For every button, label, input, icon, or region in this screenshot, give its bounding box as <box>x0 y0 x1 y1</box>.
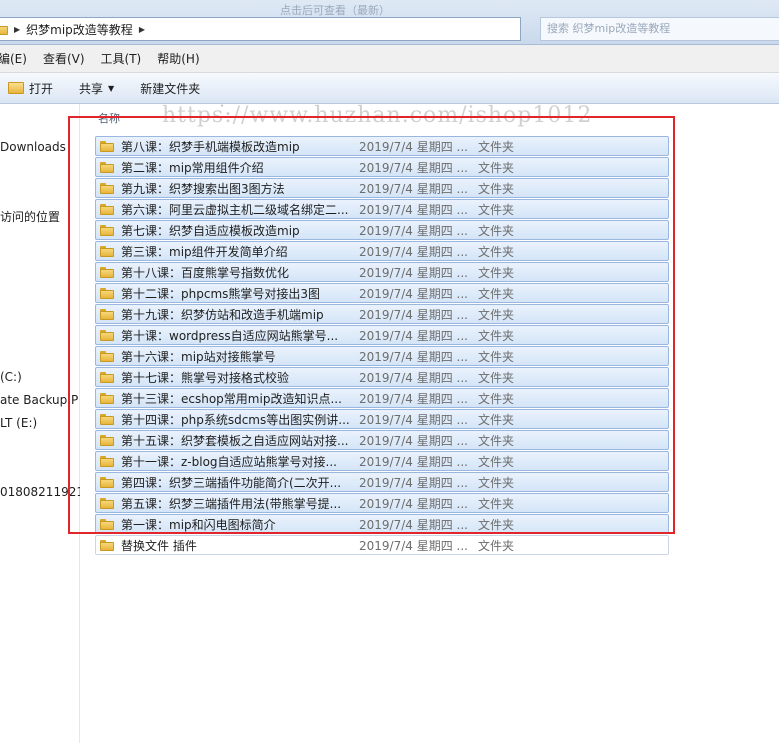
new-folder-button[interactable]: 新建文件夹 <box>140 80 200 97</box>
nav-item-downloads[interactable]: Downloads <box>0 140 66 154</box>
address-bar[interactable]: ▶ 织梦mip改造等教程 ▶ <box>0 17 521 41</box>
nav-item-drive-e[interactable]: LT (E:) <box>0 416 37 430</box>
faint-top-text: 点击后可查看（最新） <box>280 4 390 17</box>
menu-edit[interactable]: 编(E) <box>0 50 27 67</box>
file-type: 文件夹 <box>478 538 515 553</box>
highlight-box <box>68 116 675 534</box>
menu-tools[interactable]: 工具(T) <box>101 50 142 67</box>
chevron-right-icon[interactable]: ▶ <box>139 25 145 34</box>
nav-item-backup[interactable]: ate Backup P <box>0 393 78 407</box>
file-name: 替换文件 插件 <box>121 538 197 553</box>
chevron-down-icon: ▼ <box>108 83 115 93</box>
folder-icon <box>100 539 114 551</box>
share-button[interactable]: 共享 ▼ <box>79 80 114 97</box>
address-path[interactable]: 织梦mip改造等教程 <box>26 21 133 38</box>
open-button[interactable]: 打开 <box>8 80 53 97</box>
open-folder-icon <box>8 82 24 94</box>
nav-item-recent-places[interactable]: 访问的位置 <box>0 208 60 225</box>
search-placeholder: 搜索 织梦mip改造等教程 <box>547 22 671 35</box>
menu-help[interactable]: 帮助(H) <box>157 50 199 67</box>
file-date: 2019/7/4 星期四 ... <box>359 538 468 553</box>
menu-view[interactable]: 查看(V) <box>43 50 85 67</box>
title-bar: ▶ 织梦mip改造等教程 ▶ 点击后可查看（最新） 搜索 织梦mip改造等教程 <box>0 0 779 45</box>
menu-bar: 编(E) 查看(V) 工具(T) 帮助(H) <box>0 45 779 73</box>
nav-item-drive-c[interactable]: (C:) <box>0 370 22 384</box>
folder-icon <box>0 24 8 35</box>
open-label: 打开 <box>29 81 54 96</box>
search-input[interactable]: 搜索 织梦mip改造等教程 <box>540 17 779 41</box>
table-row[interactable]: 替换文件 插件 2019/7/4 星期四 ... 文件夹 <box>95 535 669 555</box>
command-bar: 打开 共享 ▼ 新建文件夹 <box>0 73 779 104</box>
new-folder-label: 新建文件夹 <box>140 81 201 96</box>
chevron-right-icon[interactable]: ▶ <box>14 25 20 34</box>
share-label: 共享 <box>79 81 104 96</box>
